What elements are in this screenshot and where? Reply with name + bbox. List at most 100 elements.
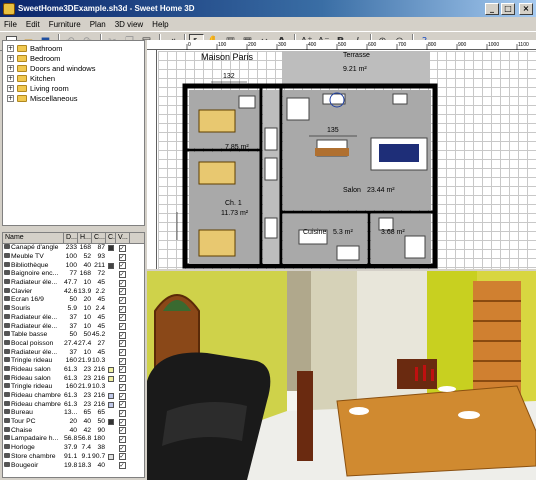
furniture-row[interactable]: Store chambre 91.1 9.1 90.7 ✓ [3,452,144,462]
stove[interactable] [336,245,360,261]
furniture-row[interactable]: Radiateur éle... 37 10 45 ✓ [3,348,144,357]
menu-help[interactable]: Help [152,20,168,29]
column-header-name[interactable]: Name [3,233,64,243]
furniture-row[interactable]: Rideau salon 61.3 23 216 ✓ [3,374,144,383]
furniture-row[interactable]: Tour PC 20 40 50 ✓ [3,418,144,427]
furniture-visible-checkbox[interactable]: ✓ [116,418,128,426]
furniture-visible-checkbox[interactable]: ✓ [116,340,128,348]
furniture-row[interactable]: Tringle rideau 160 21.9 10.3 ✓ [3,357,144,366]
furniture-row[interactable]: Rideau chambre 61.3 23 216 ✓ [3,392,144,401]
cabinet[interactable] [264,217,278,239]
wardrobe[interactable] [264,127,278,151]
column-header-m[interactable]: C... [92,233,106,243]
furniture-row[interactable]: Radiateur éle... 37 10 45 ✓ [3,313,144,323]
catalog-item-doors-and-windows[interactable]: + Doors and windows [7,63,95,73]
expand-icon[interactable]: + [7,54,14,62]
furniture-row[interactable]: Souris 5.9 10 2.4 ✓ [3,305,144,314]
furniture-visible-checkbox[interactable]: ✓ [116,392,128,400]
furniture-visible-checkbox[interactable]: ✓ [116,262,128,270]
plan-view[interactable]: 0 100 200 300 400 500 600 700 800 900 1000 1100 [147,40,536,269]
furniture-row[interactable]: Bougeoir 19.8 18.3 40 ✓ [3,461,144,470]
furniture-visible-checkbox[interactable]: ✓ [116,279,128,287]
bunk-bed[interactable] [198,229,236,257]
close-button[interactable]: × [519,2,533,15]
furniture-visible-checkbox[interactable]: ✓ [116,453,128,461]
column-header-visible[interactable]: V... [116,233,130,243]
furniture-row[interactable]: Meuble TV 100 52 93 ✓ [3,253,144,262]
catalog-item-living-room[interactable]: + Living room [7,83,69,93]
furniture-visible-checkbox[interactable]: ✓ [116,375,128,383]
furniture-row[interactable]: Tringle rideau 160 21.9 10.3 ✓ [3,383,144,392]
expand-icon[interactable]: + [7,84,14,92]
furniture-row[interactable]: Clavier 42.6 13.9 2.2 ✓ [3,287,144,296]
menu-3d-view[interactable]: 3D view [115,20,143,29]
furniture-visible-checkbox[interactable]: ✓ [116,244,128,252]
dining-chairs[interactable] [315,148,349,156]
furniture-color-swatch [106,324,116,330]
column-header-height[interactable]: H... [78,233,92,243]
furniture-visible-checkbox[interactable]: ✓ [116,444,128,452]
catalog-item-bedroom[interactable]: + Bedroom [7,53,60,63]
furniture-color-swatch [106,453,116,460]
furniture-visible-checkbox[interactable]: ✓ [116,366,128,374]
house-name-label: Maison Paris [201,52,254,62]
catalog-item-kitchen[interactable]: + Kitchen [7,73,55,83]
catalog-item-miscellaneous[interactable]: + Miscellaneous [7,93,78,103]
furniture-row[interactable]: Radiateur éle... 47.7 10 45 ✓ [3,279,144,288]
menu-furniture[interactable]: Furniture [49,20,81,29]
catalog-item-bathroom[interactable]: + Bathroom [7,43,63,53]
furniture-row[interactable]: Radiateur éle... 37 10 45 ✓ [3,322,144,331]
furniture-visible-checkbox[interactable]: ✓ [116,349,128,357]
furniture-row[interactable]: Bureau 13... 65 65 ✓ [3,409,144,418]
sofa[interactable] [379,144,419,162]
minimize-button[interactable]: _ [485,2,499,15]
expand-icon[interactable]: + [7,64,14,72]
furniture-visible-checkbox[interactable]: ✓ [116,427,128,435]
furniture-row[interactable]: Bocal poisson 27.4 27.4 27 ✓ [3,339,144,349]
furniture-visible-checkbox[interactable]: ✓ [116,305,128,313]
furniture-visible-checkbox[interactable]: ✓ [116,409,128,417]
furniture-visible-checkbox[interactable]: ✓ [116,383,128,391]
furniture-row[interactable]: Lampadaire h... 56.8 56.8 180 ✓ [3,435,144,444]
expand-icon[interactable]: + [7,94,14,102]
furniture-row[interactable]: Rideau salon 61.3 23 216 ✓ [3,365,144,375]
furniture-row[interactable]: Canapé d'angle 233 168 87 ✓ [3,244,144,253]
column-header-color[interactable]: C... [106,233,116,243]
furniture-visible-checkbox[interactable]: ✓ [116,323,128,331]
furniture-visible-checkbox[interactable]: ✓ [116,270,128,278]
furniture-row[interactable]: Bibliothèque 100 40 211 ✓ [3,261,144,270]
bed[interactable] [198,161,236,185]
menu-plan[interactable]: Plan [90,20,106,29]
furniture-visible-checkbox[interactable]: ✓ [116,462,128,470]
furniture-visible-checkbox[interactable]: ✓ [116,288,128,296]
furniture-visible-checkbox[interactable]: ✓ [116,314,128,322]
menu-file[interactable]: File [4,20,17,29]
wardrobe[interactable] [264,157,278,181]
furniture-visible-checkbox[interactable]: ✓ [116,357,128,365]
tv[interactable] [392,93,408,105]
3d-view[interactable] [147,271,536,480]
furniture-row[interactable]: Rideau chambre 61.3 23 216 ✓ [3,400,144,409]
furniture-visible-checkbox[interactable]: ✓ [116,401,128,409]
maximize-button[interactable]: □ [501,2,515,15]
column-header-depth[interactable]: D... [64,233,78,243]
expand-icon[interactable]: + [7,44,14,52]
furniture-visible-checkbox[interactable]: ✓ [116,435,128,443]
bathtub[interactable] [404,235,426,259]
furniture-visible-checkbox[interactable]: ✓ [116,296,128,304]
furniture-visible-checkbox[interactable]: ✓ [116,253,128,261]
furniture-row[interactable]: Table basse 50 50 45.2 ✓ [3,331,144,340]
furniture-row[interactable]: Chaise 40 42 90 ✓ [3,426,144,435]
furniture-row[interactable]: Ecran 16/9 50 20 45 ✓ [3,296,144,305]
furniture-name: Radiateur éle... [11,279,58,287]
furniture-row[interactable]: Horloge 37.9 7.4 38 ✓ [3,444,144,453]
furniture-row[interactable]: Baignoire enc... 77 168 72 ✓ [3,270,144,279]
furniture-name: Souris [11,305,31,313]
menu-edit[interactable]: Edit [26,20,40,29]
desk[interactable] [286,97,310,121]
wardrobe[interactable] [238,95,256,109]
bed[interactable] [198,109,236,133]
expand-icon[interactable]: + [7,74,14,82]
furniture-depth: 19.8 [64,461,78,469]
furniture-visible-checkbox[interactable]: ✓ [116,331,128,339]
